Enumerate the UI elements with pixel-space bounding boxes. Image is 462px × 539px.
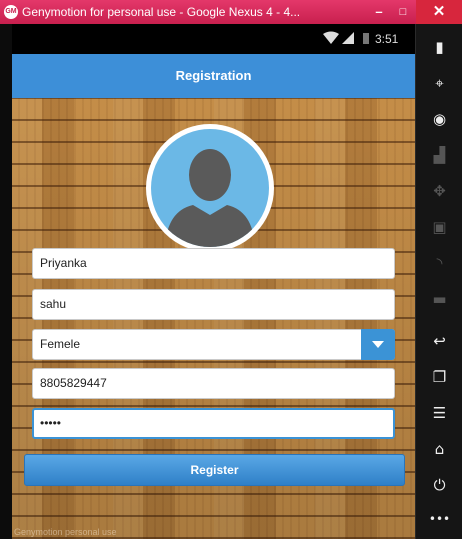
window-title-bar: GM Genymotion for personal use - Google … xyxy=(0,0,462,24)
action-bar: Registration xyxy=(12,54,415,98)
dpad-icon[interactable]: ✥ xyxy=(416,174,462,208)
first-name-field[interactable]: Priyanka xyxy=(32,248,395,279)
password-value: ••••• xyxy=(40,416,62,430)
gender-select[interactable]: Femele xyxy=(32,329,395,360)
first-name-value: Priyanka xyxy=(40,256,87,270)
phone-signal-icon[interactable]: ▟ xyxy=(416,138,462,172)
register-button[interactable]: Register xyxy=(24,454,405,486)
genymotion-logo-icon: GM xyxy=(4,5,18,19)
device-screen: 3:51 Registration Priyanka sahu Femele 8… xyxy=(12,24,415,539)
gender-selected-value: Femele xyxy=(40,337,81,351)
watermark: Genymotion personal use xyxy=(14,527,117,537)
sms-icon[interactable]: ▬ xyxy=(416,282,462,316)
clock: 3:51 xyxy=(375,32,399,46)
battery-icon[interactable]: ▮ xyxy=(416,30,462,64)
close-button[interactable]: ✕ xyxy=(416,0,462,24)
wifi-signal-icon xyxy=(322,31,356,48)
maximize-button[interactable]: □ xyxy=(392,0,414,24)
gps-icon[interactable]: ⌖ xyxy=(416,66,462,100)
id-icon[interactable]: ▣ xyxy=(416,210,462,244)
minimize-button[interactable]: – xyxy=(368,0,390,24)
window-title: Genymotion for personal use - Google Nex… xyxy=(22,5,301,19)
status-bar: 3:51 xyxy=(12,24,415,54)
emulator-side-panel: ▮ ⌖ ◉ ▟ ✥ ▣ ◝ ▬ ↩ ❐ ☰ ⌂ ⏻ ••• xyxy=(415,24,462,539)
user-silhouette-icon xyxy=(151,129,269,247)
chevron-down-icon[interactable] xyxy=(361,329,395,360)
power-icon[interactable]: ⏻ xyxy=(416,468,462,502)
phone-value: 8805829447 xyxy=(40,376,107,390)
registration-form: Priyanka sahu Femele 8805829447 ••••• Re… xyxy=(12,98,415,539)
last-name-value: sahu xyxy=(40,297,67,311)
recent-apps-icon[interactable]: ❐ xyxy=(416,360,462,394)
more-icon[interactable]: ••• xyxy=(416,502,462,536)
page-title: Registration xyxy=(175,68,252,83)
phone-field[interactable]: 8805829447 xyxy=(32,368,395,399)
device-bezel xyxy=(0,24,12,539)
back-icon[interactable]: ↩ xyxy=(416,324,462,358)
rss-icon[interactable]: ◝ xyxy=(416,246,462,280)
camera-icon[interactable]: ◉ xyxy=(416,102,462,136)
avatar[interactable] xyxy=(146,124,274,252)
home-icon[interactable]: ⌂ xyxy=(416,432,462,466)
menu-icon[interactable]: ☰ xyxy=(416,396,462,430)
password-field[interactable]: ••••• xyxy=(32,408,395,439)
battery-status-icon xyxy=(363,33,369,44)
last-name-field[interactable]: sahu xyxy=(32,289,395,320)
